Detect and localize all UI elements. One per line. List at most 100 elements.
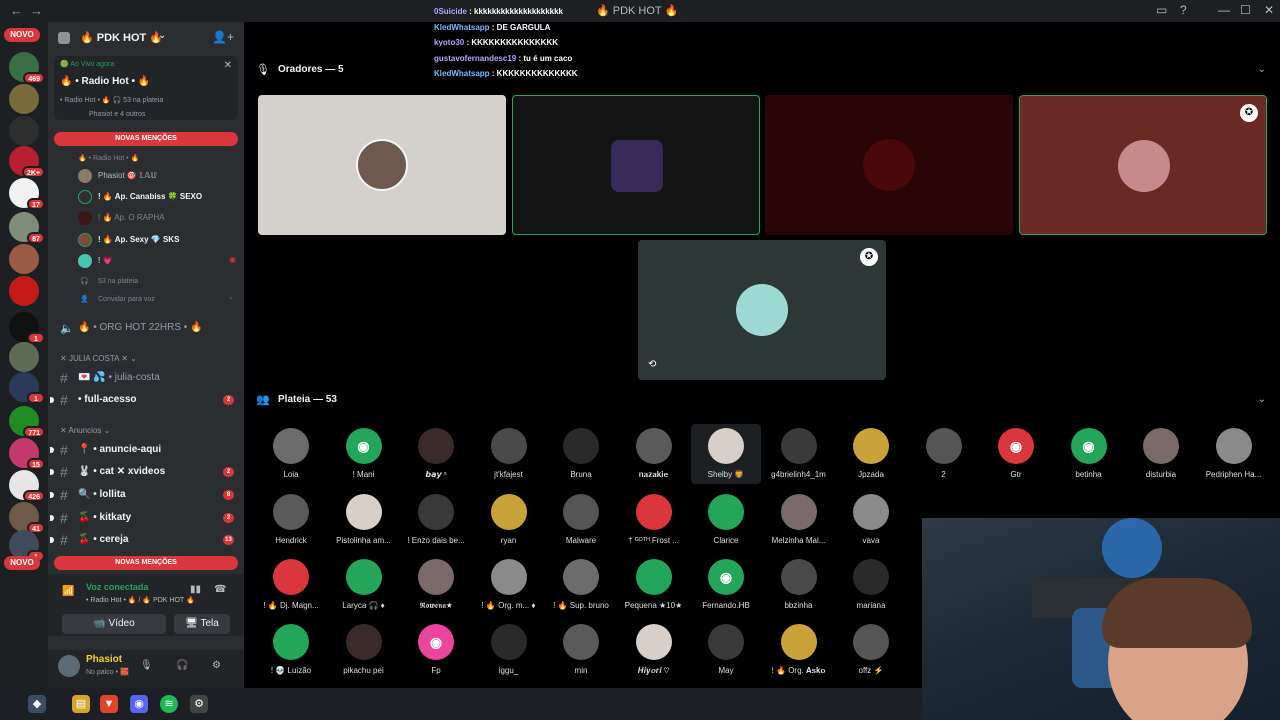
new-mentions-bar[interactable]: NOVAS MENÇÕES [54, 132, 238, 146]
headphones-icon[interactable]: 🎧 [176, 660, 188, 671]
voice-member[interactable]: ! 🔥 Ap. O RAPHA [78, 208, 238, 228]
audience-member[interactable]: pikachu pei [329, 620, 399, 680]
forward-arrow-icon[interactable]: → [30, 3, 43, 18]
category-anuncios[interactable]: ✕ Anuncios ⌄ [60, 426, 110, 435]
server-icon[interactable]: 1 [9, 372, 45, 404]
audience-member[interactable]: offz ⚡ [836, 620, 906, 680]
audience-member[interactable]: Malware [546, 490, 616, 550]
add-user-icon[interactable]: 👤+ [212, 30, 234, 44]
voice-connected-status[interactable]: Voz conectada [86, 582, 148, 592]
audience-member[interactable]: jt'kfajest [474, 424, 544, 484]
audience-member[interactable]: ◉ Gtr [981, 424, 1051, 484]
audience-member[interactable]: Bruna [546, 424, 616, 484]
audience-member[interactable]: Pistolinha am... [329, 490, 399, 550]
new-mentions-bar[interactable]: NOVAS MENÇÕES [54, 556, 238, 570]
audience-member[interactable]: 𝑯𝒊𝒚𝒐𝒓𝒊 ♡ [619, 620, 689, 680]
audience-member[interactable]: mariana [836, 555, 906, 615]
screen-share-button[interactable]: 🖥 Tela [174, 614, 230, 634]
audience-member[interactable]: ◉ Fernando.HB [691, 555, 761, 615]
help-icon[interactable]: ? [1180, 3, 1187, 17]
server-icon[interactable]: 1 [9, 312, 45, 344]
audience-member[interactable]: iggu_ [474, 620, 544, 680]
gear-icon[interactable]: ⚙ [212, 660, 221, 671]
server-icon[interactable] [9, 244, 39, 274]
file-explorer-icon[interactable]: ▤ [72, 695, 90, 713]
microphone-icon[interactable]: 🎙 [140, 660, 153, 671]
audience-member[interactable]: ! 🔥 Org. m... ♦ [474, 555, 544, 615]
back-arrow-icon[interactable]: ← [10, 3, 23, 18]
channel-lollita[interactable]: # 🔍 • lollita 8 [50, 485, 240, 505]
noise-suppression-icon[interactable]: ▮▮ [190, 584, 201, 595]
voice-channel-org[interactable]: 🔈 🔥 • ORG HOT 22HRS • 🔥 [56, 318, 240, 338]
audience-member[interactable]: Loia [256, 424, 326, 484]
channel-kitkaty[interactable]: # 🍒 • kitkaty 2 [50, 508, 240, 528]
invite-to-voice[interactable]: 👤 Convidar para voz › [78, 291, 238, 311]
channel-full-acesso[interactable]: # • full-acesso 2 [50, 390, 240, 410]
start-icon[interactable]: ◆ [28, 695, 46, 713]
audience-member[interactable]: ! 💀 Luizão [256, 620, 326, 680]
speaker-tile[interactable] [258, 95, 506, 235]
voice-member[interactable]: Phasiot 🎯 𝕃𝔸𝕌 [78, 166, 238, 186]
server-icon[interactable]: 2K+ [9, 146, 45, 178]
server-icon[interactable]: 41 [9, 502, 45, 534]
category-julia-costa[interactable]: ✕ JULIA COSTA ✕ ⌄ [60, 354, 137, 363]
audience-member[interactable]: ryan [474, 490, 544, 550]
audience-member[interactable]: Jpzada [836, 424, 906, 484]
guild-header[interactable]: 🔥 PDK HOT 🔥 ⌄ 👤+ [48, 22, 244, 54]
audience-member[interactable]: 𝐧𝐚𝐳𝐚𝐤𝐢𝐞 [619, 424, 689, 484]
channel-cat-xvideos[interactable]: # 🐰 • cat ✕ xvideos 2 [50, 462, 240, 482]
audience-member[interactable]: ◉ betinha [1054, 424, 1124, 484]
audience-member[interactable]: Laryca 🎧 ♦ [329, 555, 399, 615]
audience-member[interactable]: ◉ Fp [401, 620, 471, 680]
audience-member[interactable]: † ᴳᴼᵀᴴ Frost ... [619, 490, 689, 550]
server-icon[interactable]: 426 [9, 470, 45, 502]
server-icon[interactable]: 87 [9, 212, 45, 244]
chevron-down-icon[interactable]: ⌄ [1258, 64, 1266, 75]
audience-member[interactable]: May [691, 620, 761, 680]
close-icon[interactable]: ✕ [224, 60, 232, 71]
disconnect-icon[interactable]: ☎ [214, 584, 226, 595]
audience-member[interactable]: Pequena ★10★ [619, 555, 689, 615]
channel-anuncie-aqui[interactable]: # 📍 • anuncie-aqui [50, 440, 240, 460]
server-icon[interactable]: 15 [9, 438, 45, 470]
speaker-tile[interactable]: ✪ ⟲ [638, 240, 886, 380]
audience-member[interactable]: ! 🔥 Dj. Magn... [256, 555, 326, 615]
minimize-button[interactable]: — [1218, 3, 1230, 17]
username[interactable]: Phasiot [86, 654, 122, 665]
new-unread-pill[interactable]: NOVO [4, 556, 40, 570]
server-icon[interactable]: 771 [9, 406, 45, 438]
voice-connected-location[interactable]: • Radio Hot • 🔥 / 🔥 PDK HOT 🔥 [86, 596, 195, 604]
audience-member[interactable]: vava [836, 490, 906, 550]
voice-member[interactable]: ! 🔥 Ap. Canabiss 🍀 SEXO [78, 187, 238, 207]
channel-julia-costa[interactable]: # 💌 💦 • julia-costa [56, 368, 240, 388]
server-icon[interactable] [9, 276, 39, 306]
close-button[interactable]: ✕ [1264, 3, 1274, 17]
chevron-down-icon[interactable]: ⌄ [1258, 394, 1266, 405]
audience-member[interactable]: ◉ ! Mani [329, 424, 399, 484]
server-icon[interactable]: 17 [9, 178, 45, 210]
audience-member[interactable]: g4brielinh4_1m [764, 424, 834, 484]
speaker-tile[interactable]: ✪ [1019, 95, 1267, 235]
speaker-tile[interactable] [512, 95, 760, 235]
audience-member[interactable]: ! Enzo dais be... [401, 490, 471, 550]
server-icon[interactable] [9, 342, 39, 372]
app-icon[interactable]: ⚙ [190, 695, 208, 713]
audience-member[interactable]: 2 [909, 424, 979, 484]
audience-member[interactable]: 𝙗𝙖𝙮 ˢ [401, 424, 471, 484]
audience-member[interactable]: Melzinha Mal... [764, 490, 834, 550]
chevron-down-icon[interactable]: ⌄ [158, 30, 166, 41]
spotify-icon[interactable]: ≋ [160, 695, 178, 713]
voice-member[interactable]: ! 💗 ◉ [78, 251, 238, 271]
server-icon[interactable] [9, 84, 39, 114]
audience-member[interactable]: Hendrick [256, 490, 326, 550]
video-button[interactable]: 📹 Vídeo [62, 614, 166, 634]
server-icon[interactable] [9, 116, 39, 146]
maximize-button[interactable]: ☐ [1240, 3, 1251, 17]
audience-member[interactable]: ! 🔥 Org. 𝐀𝐬𝐤𝐨 [764, 620, 834, 680]
speaker-tile[interactable] [765, 95, 1013, 235]
audience-member[interactable]: min [546, 620, 616, 680]
server-icon[interactable]: 469 [9, 52, 45, 84]
audience-member[interactable]: 𝕽𝖔𝖜𝖊𝖓𝖆★ [401, 555, 471, 615]
discord-icon[interactable]: ◉ [130, 695, 148, 713]
voice-member[interactable]: ! 🔥 Ap. Sexy 💎 SKS [78, 230, 238, 250]
